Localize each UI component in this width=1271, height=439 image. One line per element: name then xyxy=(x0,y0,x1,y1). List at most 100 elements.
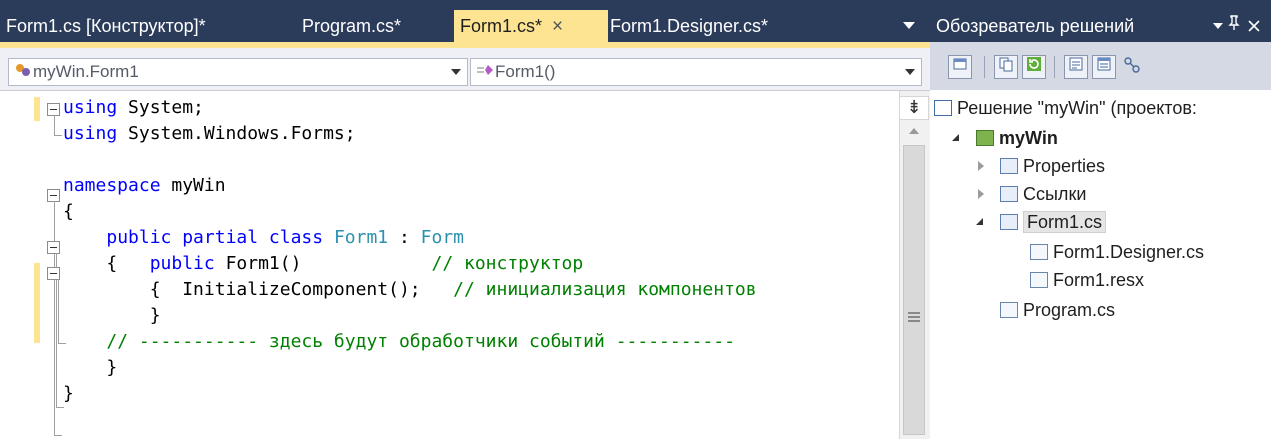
tree-item-form1-resx[interactable]: Form1.resx xyxy=(1030,266,1144,294)
class-diagram-icon[interactable] xyxy=(1120,55,1144,79)
type-selector-combo[interactable]: myWin.Form1 xyxy=(8,58,468,86)
code-keyword: public partial class xyxy=(106,227,324,248)
type-selector-value: myWin.Form1 xyxy=(33,62,139,81)
code-text: { xyxy=(63,201,74,222)
tree-item-form1-cs[interactable]: Form1.cs xyxy=(1000,208,1107,236)
code-line: } xyxy=(63,303,161,329)
method-icon xyxy=(475,59,495,85)
collapse-icon[interactable] xyxy=(47,241,60,254)
member-selector-combo[interactable]: Form1() xyxy=(470,58,922,86)
cs-file-icon xyxy=(1000,302,1018,318)
tree-item-label: myWin xyxy=(999,128,1058,148)
code-text: } xyxy=(63,357,118,378)
tab-overflow-dropdown-icon[interactable] xyxy=(903,22,915,29)
tab-label: Form1.Designer.cs* xyxy=(610,16,769,36)
csharp-project-icon xyxy=(976,130,994,146)
solution-icon xyxy=(934,100,952,116)
code-line: { xyxy=(63,199,74,225)
tree-item-label: Form1.cs xyxy=(1023,211,1107,233)
outline-end xyxy=(54,135,62,136)
ide-window: Form1.cs [Конструктор]* Program.cs* Form… xyxy=(0,0,1271,439)
tab-form1-designer-cs[interactable]: Form1.Designer.cs* xyxy=(604,10,768,42)
tree-item-label: Ссылки xyxy=(1023,184,1087,204)
cs-file-icon xyxy=(1030,244,1048,260)
member-selector-value: Form1() xyxy=(495,62,556,81)
code-text: System.Windows.Forms; xyxy=(117,123,356,144)
tree-item-form1-designer-cs[interactable]: Form1.Designer.cs xyxy=(1030,238,1204,266)
toolbar-separator xyxy=(1054,56,1055,78)
code-line: using System.Windows.Forms; xyxy=(63,121,356,147)
tree-item-program-cs[interactable]: Program.cs xyxy=(1000,296,1115,324)
view-designer-icon[interactable] xyxy=(1092,55,1116,79)
expanded-arrow-icon[interactable] xyxy=(976,218,983,225)
class-icon xyxy=(13,59,33,85)
solution-explorer: Обозреватель решений Решение "myWin" (пр… xyxy=(930,0,1271,439)
code-line: // ----------- здесь будут обработчики с… xyxy=(63,329,735,355)
document-tabstrip: Form1.cs [Конструктор]* Program.cs* Form… xyxy=(0,10,930,42)
explorer-header: Обозреватель решений xyxy=(930,10,1271,42)
expanded-arrow-icon[interactable] xyxy=(952,134,959,141)
tab-label: Program.cs* xyxy=(302,16,402,36)
code-editor[interactable]: using System; using System.Windows.Forms;… xyxy=(0,91,930,439)
code-line: { public Form1() // конструктор xyxy=(63,251,583,277)
grip-icon xyxy=(908,312,920,322)
tab-label: Form1.cs [Конструктор]* xyxy=(6,16,206,36)
chevron-down-icon[interactable] xyxy=(1213,23,1223,29)
references-icon xyxy=(1000,186,1018,202)
tab-form1-designer-view[interactable]: Form1.cs [Конструктор]* xyxy=(0,10,206,42)
pin-icon[interactable] xyxy=(1228,10,1240,42)
chevron-down-icon xyxy=(905,69,915,75)
code-text: { xyxy=(63,253,150,274)
code-text: System; xyxy=(117,97,204,118)
split-window-icon[interactable]: ⇟ xyxy=(899,96,929,120)
view-code-icon[interactable] xyxy=(1064,55,1088,79)
tab-form1-cs[interactable]: Form1.cs* × xyxy=(454,10,608,42)
code-keyword: public xyxy=(149,253,215,274)
tree-item-project-mywin[interactable]: myWin xyxy=(976,124,1058,152)
solution-tree: Решение "myWin" (проектов: myWin Propert… xyxy=(930,90,1271,439)
code-text: } xyxy=(63,305,161,326)
close-icon[interactable] xyxy=(1248,10,1260,42)
navigation-bar: myWin.Form1 Form1() xyxy=(0,48,930,91)
code-text: { InitializeComponent(); xyxy=(63,279,454,300)
code-keyword: namespace xyxy=(63,175,161,196)
tab-program-cs[interactable]: Program.cs* xyxy=(296,10,401,42)
code-text: Form1() xyxy=(214,253,432,274)
tree-item-solution[interactable]: Решение "myWin" (проектов: xyxy=(934,94,1197,122)
scrollbar-thumb[interactable] xyxy=(903,145,925,435)
scroll-up-arrow-icon[interactable] xyxy=(909,128,919,134)
code-comment: // инициализация компонентов xyxy=(453,279,757,300)
code-type: Form xyxy=(420,227,465,248)
code-comment: // ----------- здесь будут обработчики с… xyxy=(106,331,735,352)
tree-item-label: Form1.Designer.cs xyxy=(1053,242,1205,262)
collapsed-arrow-icon[interactable] xyxy=(978,189,984,199)
close-icon[interactable]: × xyxy=(552,16,563,37)
form-icon xyxy=(1000,214,1018,230)
explorer-toolbar xyxy=(930,42,1271,90)
editor-pane: Form1.cs [Конструктор]* Program.cs* Form… xyxy=(0,0,931,439)
tree-item-label: Решение "myWin" (проектов: xyxy=(957,98,1197,118)
code-line: public partial class Form1 : Form xyxy=(63,225,464,251)
toolbar-separator xyxy=(984,56,985,78)
refresh-icon[interactable] xyxy=(1022,55,1046,79)
tree-item-label: Program.cs xyxy=(1023,300,1116,320)
tree-item-references[interactable]: Ссылки xyxy=(1000,180,1086,208)
resx-file-icon xyxy=(1030,272,1048,288)
code-line: namespace myWin xyxy=(63,173,226,199)
tab-label: Form1.cs* xyxy=(460,16,543,36)
code-keyword: using xyxy=(63,97,118,118)
collapsed-arrow-icon[interactable] xyxy=(978,161,984,171)
outline-line xyxy=(54,201,55,435)
explorer-title: Обозреватель решений xyxy=(936,16,1135,36)
code-comment: // конструктор xyxy=(431,253,584,274)
code-keyword: using xyxy=(63,123,118,144)
chevron-down-icon xyxy=(451,69,461,75)
outline-end xyxy=(54,435,62,436)
show-all-files-icon[interactable] xyxy=(994,55,1018,79)
properties-icon xyxy=(1000,158,1018,174)
tree-item-properties[interactable]: Properties xyxy=(1000,152,1105,180)
code-text: myWin xyxy=(160,175,226,196)
properties-icon[interactable] xyxy=(948,55,972,79)
